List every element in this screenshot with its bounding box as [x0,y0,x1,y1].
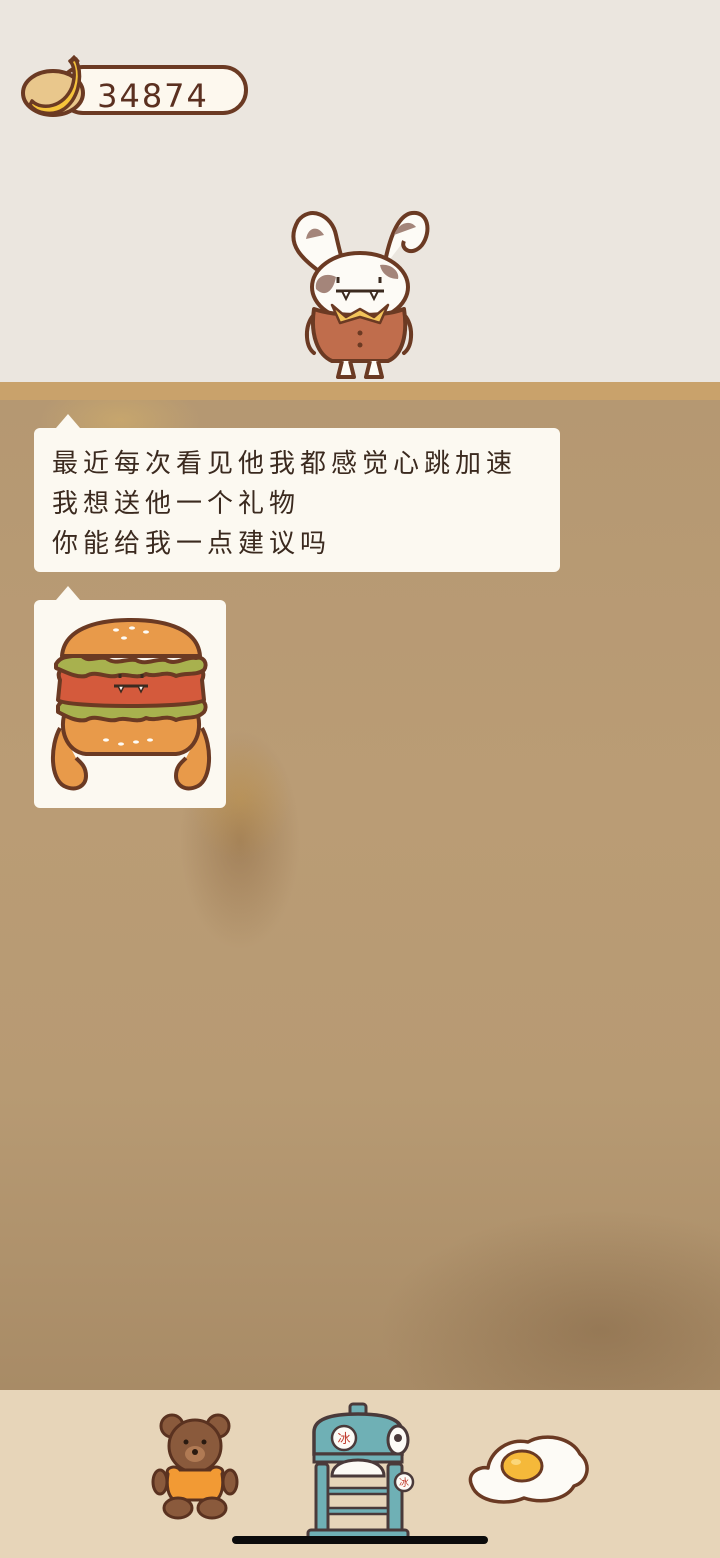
home-indicator[interactable] [232,1536,488,1544]
burger-monster-icon [50,618,212,791]
speech-bubble: 最近每次看见他我都感觉心跳加速 我想送他一个礼物 你能给我一点建议吗 [34,414,560,572]
bottom-item-bar: 冰 冰 [0,1390,720,1558]
banana-counter: 34874 [20,55,252,121]
dialog-line: 你能给我一点建议吗 [52,529,332,559]
ice-label: 冰 [337,1432,350,1447]
fried-egg-icon[interactable] [462,1430,592,1510]
bunny-monster-character[interactable] [284,205,434,383]
banana-icon [21,55,85,117]
speech-bubble-image [34,586,226,808]
shaved-ice-machine-icon[interactable]: 冰 冰 [298,1402,418,1542]
teddy-bear-icon[interactable] [150,1410,240,1522]
top-area: 34874 [0,0,720,382]
ice-label: 冰 [399,1476,409,1489]
shelf-divider [0,382,720,400]
dialog-line: 最近每次看见他我都感觉心跳加速 [52,449,518,479]
dialog-line: 我想送他一个礼物 [52,489,301,519]
